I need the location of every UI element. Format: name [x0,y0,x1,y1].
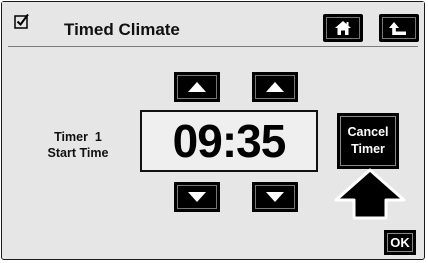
title-bar: Timed Climate [2,2,424,46]
hour-down-button[interactable] [174,182,220,212]
back-button[interactable] [379,14,419,42]
timer-label: Timer 1 Start Time [38,129,118,161]
timer-label-text: Timer [351,142,385,156]
home-icon [335,21,351,35]
ok-button[interactable]: OK [384,230,416,255]
checkbox-checked-icon [14,13,29,29]
minute-down-button[interactable] [252,182,298,212]
time-display: 09:35 [140,110,318,172]
up-arrow-pointer-icon [334,168,406,220]
triangle-up-icon [266,82,284,92]
climate-screen: Timed Climate Timer 1 Start Time 09:35 C… [1,1,425,260]
hour-up-button[interactable] [174,72,220,102]
triangle-up-icon [188,82,206,92]
timer-number-label: Timer 1 [54,130,102,144]
return-arrow-icon [389,22,406,35]
triangle-down-icon [266,192,284,202]
page-title: Timed Climate [64,20,180,39]
ok-label: OK [390,235,410,250]
minute-up-button[interactable] [252,72,298,102]
home-button[interactable] [323,14,363,42]
start-time-label: Start Time [47,146,109,160]
time-value: 09:35 [172,115,287,167]
triangle-down-icon [188,192,206,202]
cancel-timer-button[interactable]: Cancel Timer [337,113,399,169]
title-divider [8,46,418,47]
cancel-label: Cancel [347,125,389,139]
